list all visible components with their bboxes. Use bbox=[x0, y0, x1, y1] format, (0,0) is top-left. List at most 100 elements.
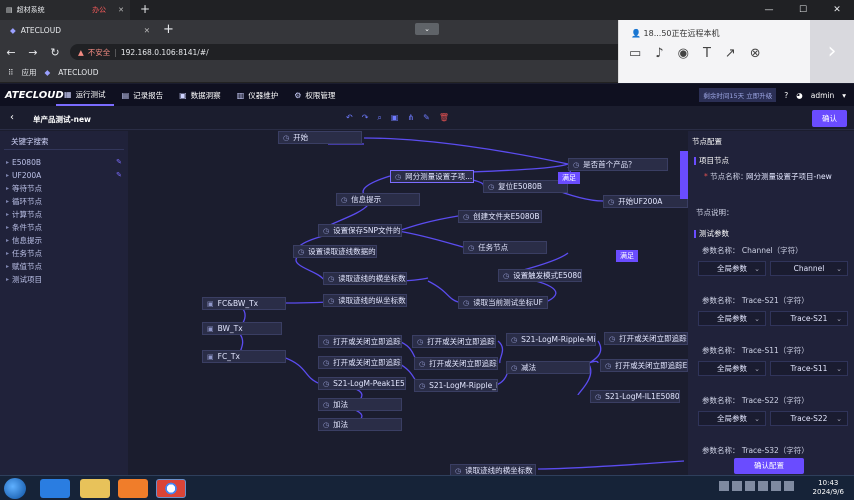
tray-icon[interactable] bbox=[719, 481, 729, 491]
tray-icon[interactable] bbox=[771, 481, 781, 491]
expire-notice[interactable]: 剩余时间15天 立即升级 bbox=[699, 88, 777, 102]
flow-node-add-2[interactable]: ◷ 加法 bbox=[318, 418, 402, 431]
flow-node-tracker-2[interactable]: ◷ 打开或关闭立即追踪E bbox=[318, 356, 402, 369]
avatar[interactable]: ◕ bbox=[796, 91, 803, 100]
tray-icon[interactable] bbox=[784, 481, 794, 491]
flow-node-read-x[interactable]: ◷ 读取迹线的横坐标数 bbox=[323, 272, 407, 285]
tree-item-assign[interactable]: ▸ 赋值节点 bbox=[6, 260, 122, 272]
minimize-icon[interactable]: — bbox=[752, 0, 786, 20]
flow-node-snp[interactable]: ◷ 设置保存SNP文件的 bbox=[318, 224, 402, 237]
confirm-config-button[interactable]: 确认配置 bbox=[734, 458, 804, 474]
tree-item-calc[interactable]: ▸ 计算节点 bbox=[6, 208, 122, 220]
layout-icon[interactable]: ⋔ bbox=[407, 113, 414, 123]
node-name-value[interactable]: 网分测量设置子项目-new bbox=[746, 171, 850, 182]
bookmark-apps[interactable]: 应用 bbox=[22, 67, 37, 78]
param-value-select[interactable]: Trace-S11 ⌄ bbox=[770, 361, 848, 376]
tree-item-uf200a[interactable]: ▸ UF200A ✎ bbox=[6, 169, 122, 181]
close-icon[interactable]: ✕ bbox=[118, 6, 124, 14]
url-input[interactable]: ▲ 不安全 | 192.168.0.106:8141/#/ bbox=[70, 44, 650, 60]
flow-node-tracker-4[interactable]: ◷ 打开或关闭立即追踪E bbox=[414, 357, 498, 370]
flow-node-add-1[interactable]: ◷ 加法 bbox=[318, 398, 402, 411]
flow-node-mkdir[interactable]: ◷ 创建文件夹E5080B bbox=[458, 210, 542, 223]
confirm-button[interactable]: 确认 bbox=[812, 110, 847, 127]
param-scope-select[interactable]: 全局参数 ⌄ bbox=[698, 361, 766, 376]
flow-node-start[interactable]: ◷ 开始 bbox=[278, 131, 362, 144]
help-icon[interactable]: ? bbox=[784, 91, 788, 100]
close-icon[interactable]: ✕ bbox=[144, 26, 150, 35]
flow-node-read-y[interactable]: ◷ 读取迹线的纵坐标数 bbox=[323, 294, 407, 307]
flow-node-subtract[interactable]: ◷ 减法 bbox=[506, 361, 590, 374]
tree-item-loop[interactable]: ▸ 循环节点 bbox=[6, 195, 122, 207]
param-value-select[interactable]: Trace-S22 ⌄ bbox=[770, 411, 848, 426]
flow-node-trigger[interactable]: ◷ 设置触发模式E5080B bbox=[498, 269, 582, 282]
flow-node-il[interactable]: ◷ S21-LogM-IL1E5080I bbox=[590, 390, 680, 403]
browser-tab-1[interactable]: ▤ 超材系统 办公 ✕ bbox=[0, 0, 130, 20]
bookmark-atecloud[interactable]: ATECLOUD bbox=[58, 68, 98, 77]
flow-node-tracker-5[interactable]: ◷ 打开或关闭立即追踪E bbox=[604, 332, 688, 345]
tray-icon[interactable] bbox=[758, 481, 768, 491]
ie-icon[interactable] bbox=[40, 479, 70, 498]
back-arrow-icon[interactable]: ‹ bbox=[10, 112, 14, 123]
tree-item-info[interactable]: ▸ 信息提示 bbox=[6, 234, 122, 246]
redo-icon[interactable]: ↷ bbox=[362, 113, 369, 123]
param-scope-select[interactable]: 全局参数 ⌄ bbox=[698, 311, 766, 326]
microphone-icon[interactable]: ♪ bbox=[655, 46, 663, 61]
edit-icon[interactable]: ✎ bbox=[116, 158, 122, 166]
param-value-select[interactable]: Trace-S21 ⌄ bbox=[770, 311, 848, 326]
tree-item-e5080b[interactable]: ▸ E5080B ✎ bbox=[6, 156, 122, 168]
chrome-icon[interactable] bbox=[156, 479, 186, 498]
flow-node-tracker-6[interactable]: ◷ 打开或关闭立即追踪E bbox=[600, 359, 688, 372]
tree-item-task[interactable]: ▸ 任务节点 bbox=[6, 247, 122, 259]
maximize-icon[interactable]: ☐ bbox=[786, 0, 820, 20]
share-icon[interactable]: ↗ bbox=[725, 46, 736, 61]
flow-node-read-coord[interactable]: ◷ 读取当前测试坐标UF bbox=[458, 296, 548, 309]
keyword-search[interactable]: 关键字搜索 bbox=[4, 136, 124, 150]
zoom-icon[interactable]: ⌕ bbox=[377, 113, 381, 123]
close-window-icon[interactable]: ✕ bbox=[820, 0, 854, 20]
fit-icon[interactable]: ▣ bbox=[391, 113, 399, 123]
back-icon[interactable]: ← bbox=[0, 46, 22, 59]
user-name[interactable]: admin bbox=[811, 91, 835, 100]
undo-icon[interactable]: ↶ bbox=[346, 113, 353, 123]
camera-icon[interactable]: ◉ bbox=[678, 46, 689, 61]
param-scope-select[interactable]: 全局参数 ⌄ bbox=[698, 411, 766, 426]
delete-icon[interactable]: 🗑 bbox=[439, 113, 449, 123]
param-scope-select[interactable]: 全局参数 ⌄ bbox=[698, 261, 766, 276]
flow-node-bw[interactable]: ▣ BW_Tx bbox=[202, 322, 282, 335]
flow-node-tracker-3[interactable]: ◷ 打开或关闭立即追踪E bbox=[412, 335, 496, 348]
chat-icon[interactable]: ▭ bbox=[629, 46, 641, 61]
flow-node-read-x-2[interactable]: ◷ 读取迹线的横坐标数 bbox=[450, 464, 536, 475]
flow-node-task[interactable]: ◷ 任务节点 bbox=[463, 241, 547, 254]
forward-icon[interactable]: → bbox=[22, 46, 44, 59]
close-circle-icon[interactable]: ⊗ bbox=[750, 46, 761, 61]
chevron-down-icon[interactable]: ▾ bbox=[842, 91, 846, 100]
flow-canvas[interactable]: ◷ 开始 ◷ 是否首个产品？ ◷ 网分测量设置子项... ◷ 复位E5080B ◷ 信息提… bbox=[128, 131, 688, 475]
flow-node-ripple-m[interactable]: ◷ S21-LogM-Ripple_M bbox=[414, 379, 498, 392]
flow-node-info[interactable]: ◷ 信息提示 bbox=[336, 193, 420, 206]
start-button[interactable] bbox=[4, 478, 26, 499]
tab-search-icon[interactable]: ⌄ bbox=[415, 23, 439, 35]
menu-run-test[interactable]: ▦ 运行测试 bbox=[56, 84, 114, 106]
flow-node-ripple-mi[interactable]: ◷ S21-LogM-Ripple-Mi bbox=[506, 333, 596, 346]
new-tab-icon[interactable]: + bbox=[140, 2, 150, 16]
menu-permission[interactable]: ⚙ 权限管理 bbox=[286, 84, 343, 106]
tree-item-wait[interactable]: ▸ 等待节点 bbox=[6, 182, 122, 194]
flow-node-condition[interactable]: ◷ 是否首个产品？ bbox=[568, 158, 668, 171]
flow-node-fcbw[interactable]: ▣ FC&BW_Tx bbox=[202, 297, 286, 310]
tray-icon[interactable] bbox=[745, 481, 755, 491]
text-icon[interactable]: T bbox=[703, 46, 711, 61]
edit-icon[interactable]: ✎ bbox=[116, 171, 122, 179]
menu-records[interactable]: ▤ 记录报告 bbox=[114, 84, 172, 106]
tree-item-condition[interactable]: ▸ 条件节点 bbox=[6, 221, 122, 233]
flow-node-subproject[interactable]: ◷ 网分测量设置子项... bbox=[390, 170, 474, 183]
flow-node-fc[interactable]: ▣ FC_Tx bbox=[202, 350, 286, 363]
flow-node-start-uf200a[interactable]: ◷ 开始UF200A bbox=[603, 195, 688, 208]
browser-tab-ateclou[interactable]: ◆ ATECLOUD ✕ bbox=[6, 20, 156, 41]
taskbar-clock[interactable]: 10:43 2024/9/6 bbox=[813, 479, 844, 497]
flow-node-reset[interactable]: ◷ 复位E5080B bbox=[483, 180, 568, 193]
flow-node-tracker-1[interactable]: ◷ 打开或关闭立即追踪E bbox=[318, 335, 402, 348]
brush-icon[interactable]: ✎ bbox=[423, 113, 430, 123]
tree-item-test-project[interactable]: ▸ 测试项目 bbox=[6, 273, 122, 285]
remote-expand-icon[interactable]: › bbox=[810, 20, 854, 83]
media-player-icon[interactable] bbox=[118, 479, 148, 498]
